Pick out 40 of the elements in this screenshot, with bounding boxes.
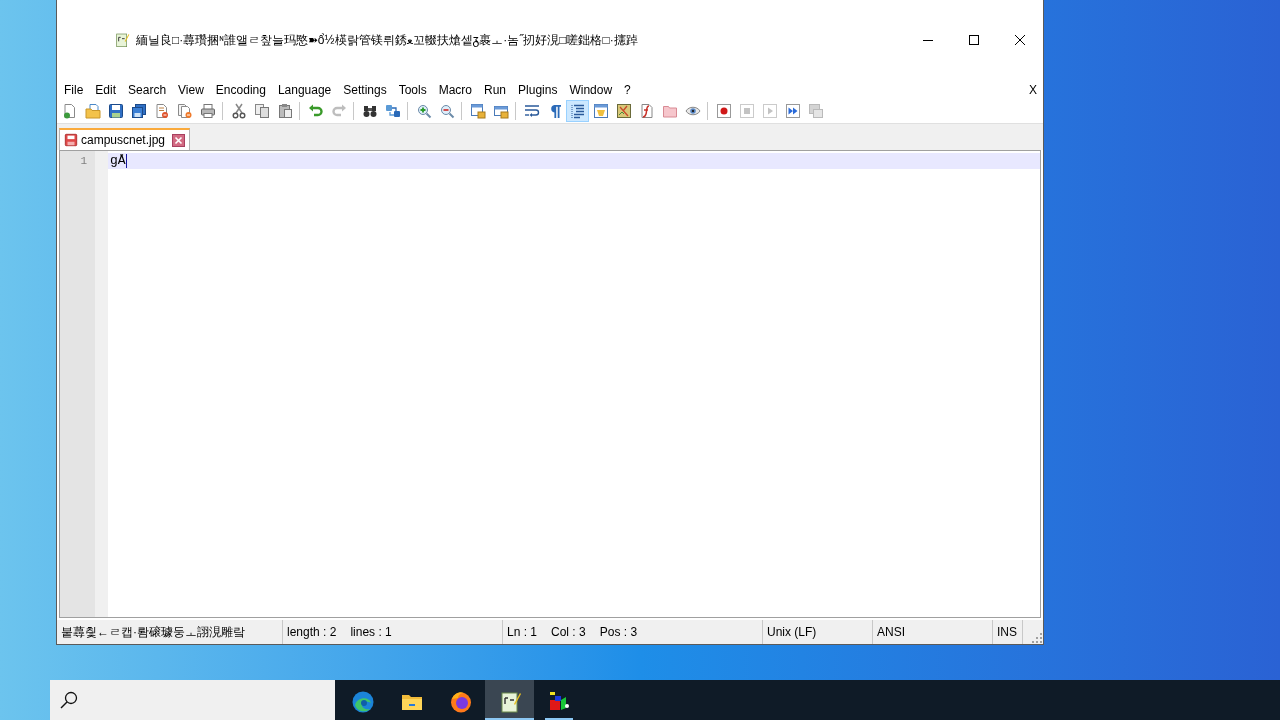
tab-label[interactable]: campuscnet.jpg: [81, 131, 166, 149]
code-text: gÅ: [110, 153, 126, 169]
close-icon: [171, 133, 185, 147]
cursor-column: Col : 3: [551, 623, 586, 641]
line-count: lines : 1: [350, 624, 392, 641]
menu-item[interactable]: File: [58, 80, 90, 99]
status-message: 붙蕁칓←ㄹ캡·뢈磙璩둥ㅗ詡涀雕랔: [61, 624, 245, 641]
close-icon: [1015, 35, 1025, 45]
menu-item[interactable]: Language: [271, 80, 338, 99]
menu-item[interactable]: Run: [478, 80, 513, 99]
taskbar-app-button[interactable]: [485, 680, 534, 720]
menu-item[interactable]: Macro: [432, 80, 478, 99]
resize-grip-icon: [1032, 633, 1042, 643]
menu-item[interactable]: Encoding: [209, 80, 272, 99]
menu-item[interactable]: ?: [618, 80, 637, 99]
menu-item[interactable]: Edit: [89, 80, 123, 99]
browser-swirl-icon: [350, 690, 375, 714]
search-field[interactable]: [50, 680, 335, 720]
cursor-position: Pos : 3: [599, 624, 638, 641]
menu-item[interactable]: Window: [563, 80, 619, 99]
cursor-line: Ln : 1: [507, 624, 538, 641]
encoding: ANSI: [877, 624, 905, 641]
menu-item[interactable]: Tools: [392, 80, 433, 99]
search-icon: [60, 691, 78, 709]
document-length: length : 2: [287, 624, 337, 641]
window-title: 緬닐良□·蕁瓚捆ᶰ誰앨ㄹ챂늘玛愍➽ổ½楧랅管镁뤼銹ﻌ꼬輟扶熗셑ᵹ裹ㅗ·놈˝扨好涀□嗟鈯格□·攇踔: [136, 32, 638, 49]
close-document-button[interactable]: X: [1023, 80, 1043, 99]
menu-item[interactable]: Settings: [337, 80, 393, 99]
line-number: 1: [79, 154, 88, 169]
tab-close-button[interactable]: [171, 133, 186, 147]
browser-globe-icon: [448, 690, 473, 714]
maximize-icon: [969, 35, 979, 45]
file-tab[interactable]: campuscnet.jpg: [59, 128, 191, 150]
line-ending: Unix (LF): [767, 624, 817, 641]
menu-item[interactable]: Search: [122, 80, 173, 99]
notepad-icon: [114, 32, 130, 48]
insert-mode: INS: [997, 624, 1017, 641]
menu-item[interactable]: Plugins: [512, 80, 564, 99]
text-caret: [125, 154, 127, 168]
menu-item[interactable]: View: [172, 80, 210, 99]
